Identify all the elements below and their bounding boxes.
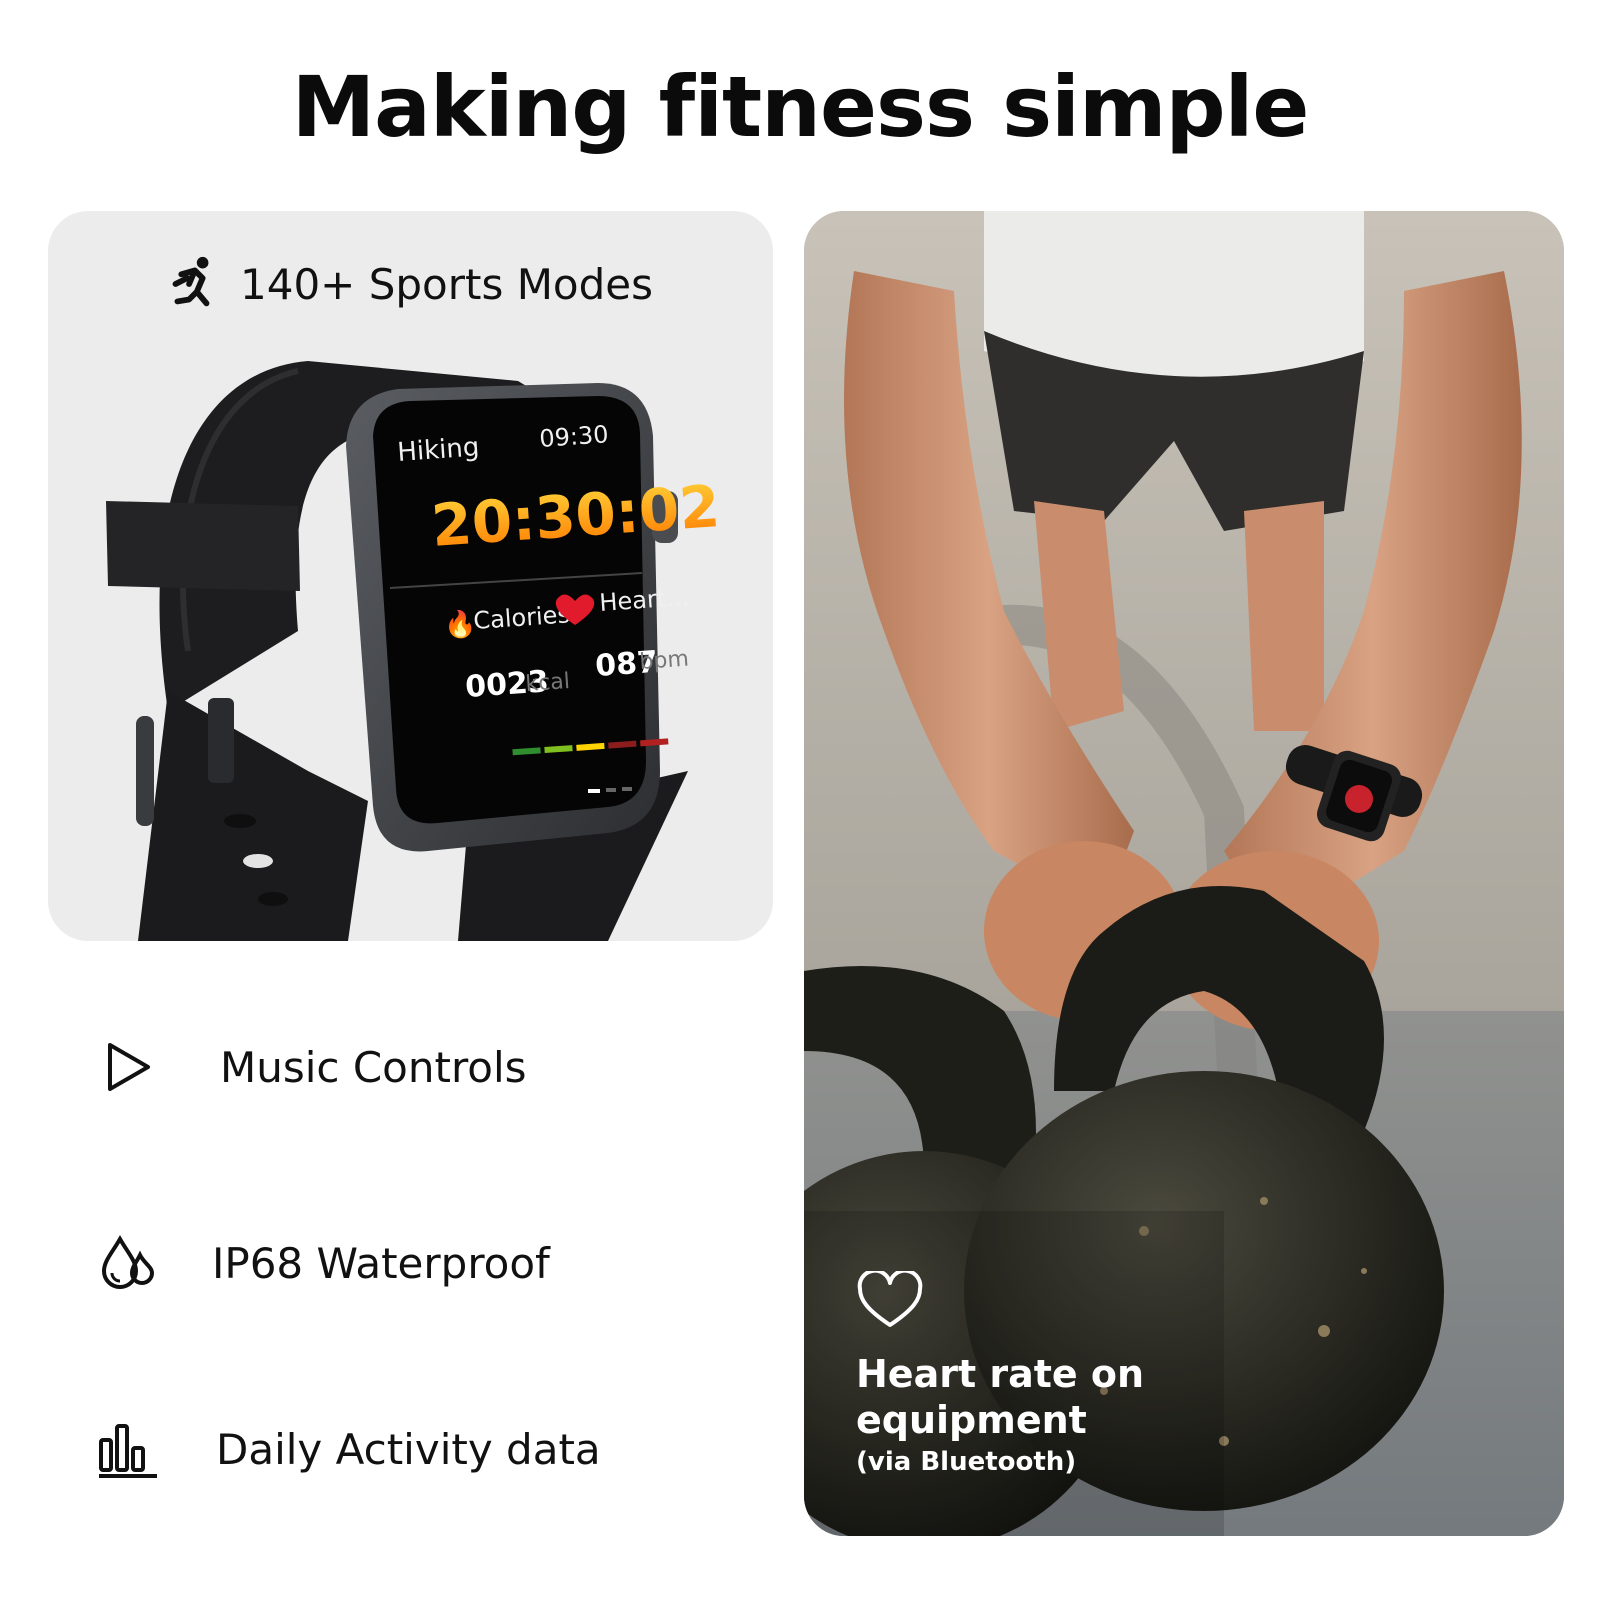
feature-waterproof: IP68 Waterproof bbox=[96, 1228, 550, 1298]
feature-label: Daily Activity data bbox=[216, 1424, 601, 1474]
watch-activity-label: Hiking bbox=[396, 432, 480, 468]
feature-label: Music Controls bbox=[220, 1042, 527, 1092]
water-drops-icon bbox=[96, 1231, 160, 1295]
workout-photo-card: Heart rate on equipment (via Bluetooth) bbox=[804, 211, 1564, 1536]
watch-time: 09:30 bbox=[538, 420, 609, 453]
heart-outline-icon bbox=[857, 1271, 923, 1327]
sports-modes-label: 140+ Sports Modes bbox=[240, 259, 654, 309]
sports-modes-title: 140+ Sports Modes bbox=[160, 249, 653, 319]
heart-rate-title: Heart rate on equipment bbox=[856, 1352, 1145, 1442]
feature-label: IP68 Waterproof bbox=[212, 1238, 550, 1288]
heart-rate-subtitle: (via Bluetooth) bbox=[856, 1447, 1077, 1477]
smartwatch-image: Hiking 09:30 20:30:02 🔥 Calories Heart..… bbox=[106, 361, 722, 941]
watch-heart-unit: bpm bbox=[639, 647, 690, 675]
feature-activity-data: Daily Activity data bbox=[96, 1414, 601, 1484]
page-headline: Making fitness simple bbox=[291, 58, 1310, 156]
bar-chart-icon bbox=[96, 1417, 160, 1481]
feature-music-controls: Music Controls bbox=[96, 1032, 527, 1102]
watch-calories-unit: kcal bbox=[525, 669, 571, 697]
running-person-icon bbox=[172, 256, 210, 307]
sports-modes-card: Hiking 09:30 20:30:02 🔥 Calories Heart..… bbox=[48, 211, 773, 941]
heart-rate-overlay: Heart rate on equipment (via Bluetooth) bbox=[856, 1271, 1156, 1477]
fire-icon: 🔥 bbox=[444, 609, 476, 640]
watch-heart-label: Heart... bbox=[598, 583, 689, 617]
play-icon bbox=[96, 1035, 160, 1099]
